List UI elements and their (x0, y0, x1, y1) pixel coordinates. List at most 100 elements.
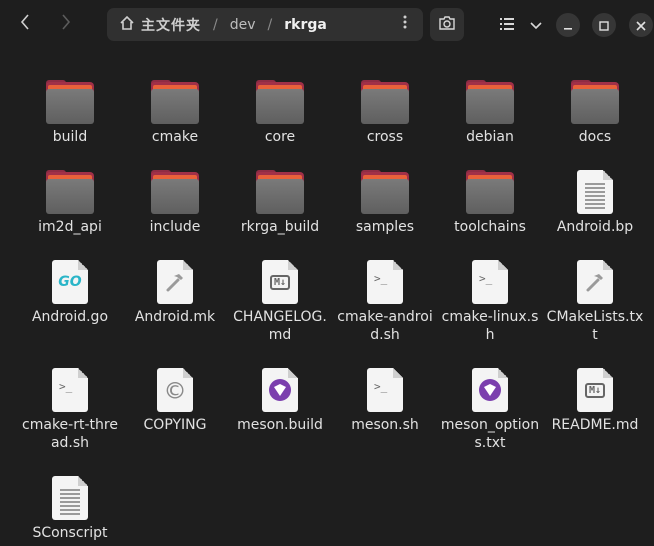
file-name: cmake (151, 129, 199, 145)
header-bar: 主文件夹 / dev / rkrga (0, 0, 654, 48)
chevron-right-icon (61, 13, 71, 35)
path-menu-button[interactable] (395, 14, 415, 34)
file-name: core (264, 129, 296, 145)
path-bar: 主文件夹 / dev / rkrga (107, 8, 423, 41)
meson-file-icon (253, 358, 307, 412)
file-item-debian[interactable]: debian (437, 70, 543, 146)
file-name: build (52, 129, 88, 145)
file-name: Android.mk (134, 309, 216, 325)
shell-script-icon: >_ (463, 250, 517, 304)
list-view-icon (499, 15, 514, 34)
markdown-file-icon: M↓ (253, 250, 307, 304)
breadcrumb-dev-label: dev (229, 16, 256, 33)
file-item-copying[interactable]: © COPYING (122, 358, 228, 434)
file-item-toolchains[interactable]: toolchains (437, 160, 543, 236)
file-name: CMakeLists.txt (546, 309, 644, 343)
text-file-icon (568, 160, 622, 214)
breadcrumb-current-label: rkrga (284, 16, 327, 33)
file-item-android-bp[interactable]: Android.bp (542, 160, 648, 236)
markdown-glyph: M↓ (269, 274, 291, 290)
file-item-readme-md[interactable]: M↓ README.md (542, 358, 648, 434)
file-item-docs[interactable]: docs (542, 70, 648, 146)
file-item-android-mk[interactable]: Android.mk (122, 250, 228, 326)
terminal-glyph: >_ (374, 272, 388, 285)
breadcrumb-separator: / (267, 16, 273, 33)
text-file-icon (43, 466, 97, 520)
hammer-icon (577, 260, 613, 304)
view-options-button[interactable] (492, 8, 550, 41)
makefile-icon (148, 250, 202, 304)
file-name: rkrga_build (240, 219, 320, 235)
file-item-build[interactable]: build (17, 70, 123, 146)
vertical-ellipsis-icon (403, 15, 407, 33)
breadcrumb-home[interactable]: 主文件夹 (107, 8, 201, 41)
view-dropdown-toggle[interactable] (521, 8, 550, 41)
terminal-glyph: >_ (59, 380, 73, 393)
chevron-down-icon (529, 15, 542, 34)
file-item-cmake-android-sh[interactable]: >_ cmake-android.sh (332, 250, 438, 344)
file-item-cmake-linux-sh[interactable]: >_ cmake-linux.sh (437, 250, 543, 344)
file-name: Android.go (31, 309, 109, 325)
back-button[interactable] (9, 8, 41, 40)
file-name: meson_options.txt (440, 417, 540, 451)
file-item-im2d-api[interactable]: im2d_api (17, 160, 123, 236)
maximize-icon (599, 16, 609, 35)
file-name: debian (466, 129, 514, 145)
file-name: im2d_api (38, 219, 102, 235)
file-item-sconscript[interactable]: SConscript (17, 466, 123, 542)
file-item-meson-sh[interactable]: >_ meson.sh (332, 358, 438, 434)
file-item-samples[interactable]: samples (332, 160, 438, 236)
file-item-rkrga-build[interactable]: rkrga_build (227, 160, 333, 236)
file-name: CHANGELOG.md (233, 309, 327, 343)
home-icon (119, 15, 135, 35)
shell-script-icon: >_ (358, 358, 412, 412)
list-view-toggle[interactable] (492, 8, 521, 41)
forward-button[interactable] (50, 8, 82, 40)
search-button[interactable] (430, 8, 464, 41)
chevron-left-icon (20, 13, 30, 35)
file-item-meson-build[interactable]: meson.build (227, 358, 333, 434)
file-name: samples (355, 219, 415, 235)
file-item-cmake-rt-thread-sh[interactable]: >_ cmake-rt-thread.sh (17, 358, 123, 452)
breadcrumb-dev[interactable]: dev (230, 8, 256, 41)
file-item-include[interactable]: include (122, 160, 228, 236)
breadcrumb-home-label: 主文件夹 (141, 17, 201, 34)
markdown-file-icon: M↓ (568, 358, 622, 412)
folder-icon (463, 160, 517, 214)
search-icon (438, 15, 456, 35)
file-name: README.md (551, 417, 639, 433)
file-item-changelog-md[interactable]: M↓ CHANGELOG.md (227, 250, 333, 344)
makefile-icon (568, 250, 622, 304)
minimize-icon (563, 16, 573, 35)
copyright-glyph: © (166, 373, 184, 407)
folder-icon (43, 70, 97, 124)
file-name: include (149, 219, 201, 235)
file-name: SConscript (32, 525, 108, 541)
copyright-file-icon: © (148, 358, 202, 412)
folder-icon (358, 70, 412, 124)
folder-icon (253, 70, 307, 124)
folder-icon (148, 160, 202, 214)
minimize-button[interactable] (556, 13, 580, 37)
file-name: COPYING (143, 417, 207, 433)
hammer-icon (157, 260, 193, 304)
folder-icon (43, 160, 97, 214)
file-item-meson-options-txt[interactable]: meson_options.txt (437, 358, 543, 452)
folder-icon (148, 70, 202, 124)
shell-script-icon: >_ (43, 358, 97, 412)
terminal-glyph: >_ (479, 272, 493, 285)
file-item-core[interactable]: core (227, 70, 333, 146)
breadcrumb-current[interactable]: rkrga (284, 8, 327, 41)
file-item-cmake[interactable]: cmake (122, 70, 228, 146)
file-item-cross[interactable]: cross (332, 70, 438, 146)
close-button[interactable] (629, 13, 653, 37)
go-glyph: GO (58, 274, 82, 290)
folder-icon (463, 70, 517, 124)
file-grid: build cmake core cross debian docs im2d_… (0, 48, 654, 546)
breadcrumb-separator: / (213, 16, 218, 33)
folder-icon (568, 70, 622, 124)
maximize-button[interactable] (592, 13, 616, 37)
terminal-glyph: >_ (374, 380, 388, 393)
file-item-android-go[interactable]: GO Android.go (17, 250, 123, 326)
file-item-cmakelists-txt[interactable]: CMakeLists.txt (542, 250, 648, 344)
